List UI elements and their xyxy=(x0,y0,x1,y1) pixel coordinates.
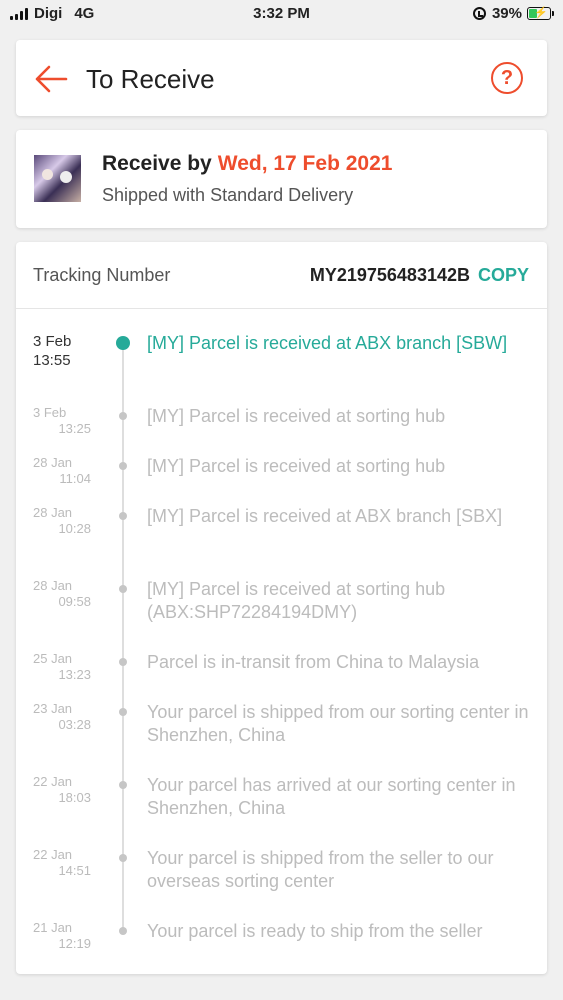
event-datetime: 3 Feb 13:25 xyxy=(33,405,91,437)
tracking-card: Tracking Number MY219756483142B COPY 3 F… xyxy=(16,242,547,974)
timeline-dot xyxy=(119,854,127,862)
event-date: 21 Jan xyxy=(33,920,73,935)
event-date: 25 Jan xyxy=(33,651,73,666)
battery-percent: 39% xyxy=(491,5,522,22)
event-time: 18:03 xyxy=(58,790,91,805)
event-date: 23 Jan xyxy=(33,701,73,716)
event-description: Your parcel has arrived at our sorting c… xyxy=(147,775,516,818)
event-date: 28 Jan xyxy=(33,578,73,593)
event-datetime: 21 Jan 12:19 xyxy=(33,920,91,952)
event-description: Parcel is in-transit from China to Malay… xyxy=(147,652,480,672)
timeline-dot xyxy=(119,781,127,789)
tracking-header: Tracking Number MY219756483142B COPY xyxy=(16,242,547,309)
delivery-info: Receive by Wed, 17 Feb 2021 Shipped with … xyxy=(16,130,547,228)
event-datetime: 25 Jan 13:23 xyxy=(33,651,91,683)
event-time: 03:28 xyxy=(58,717,91,732)
event-date: 22 Jan xyxy=(33,847,73,862)
event-time: 12:19 xyxy=(58,936,91,951)
status-right: 39% ⚡ xyxy=(472,5,554,22)
event-datetime: 28 Jan 10:28 xyxy=(33,505,91,537)
event-time: 13:55 xyxy=(33,352,71,369)
event-date: 3 Feb xyxy=(33,333,72,350)
event-date: 28 Jan xyxy=(33,455,73,470)
event-time: 09:58 xyxy=(58,594,91,609)
event-datetime: 23 Jan 03:28 xyxy=(33,701,91,733)
copy-button[interactable]: COPY xyxy=(478,265,529,286)
event-datetime: 28 Jan 11:04 xyxy=(33,455,91,487)
event-datetime: 22 Jan 14:51 xyxy=(33,847,91,879)
timeline-dot xyxy=(119,412,127,420)
event-time: 13:23 xyxy=(58,667,91,682)
timeline-dot xyxy=(119,658,127,666)
orientation-lock-icon xyxy=(472,7,486,20)
event-description: [MY] Parcel is received at ABX branch [S… xyxy=(147,333,508,353)
timeline-dot xyxy=(119,512,127,520)
event-description: [MY] Parcel is received at sorting hub xyxy=(147,456,446,476)
event-time: 14:51 xyxy=(58,863,91,878)
tracking-label: Tracking Number xyxy=(33,265,171,285)
shipping-method: Shipped with Standard Delivery xyxy=(102,185,354,205)
page-header: To Receive ? xyxy=(16,40,547,116)
timeline-dot xyxy=(116,336,130,350)
arrow-left-icon[interactable] xyxy=(34,64,68,94)
battery-charging-icon: ⚡ xyxy=(527,7,554,20)
event-description: Your parcel is ready to ship from the se… xyxy=(147,921,483,941)
timeline-line xyxy=(122,344,124,928)
page-title: To Receive xyxy=(86,64,215,94)
question-circle-icon[interactable]: ? xyxy=(491,62,523,94)
event-datetime: 3 Feb 13:55 xyxy=(33,332,91,370)
event-datetime: 28 Jan 09:58 xyxy=(33,578,91,610)
event-description: [MY] Parcel is received at sorting hub (… xyxy=(147,579,446,622)
event-time: 13:25 xyxy=(58,421,91,436)
event-description: [MY] Parcel is received at sorting hub xyxy=(147,406,446,426)
timeline-dot xyxy=(119,585,127,593)
event-description: Your parcel is shipped from our sorting … xyxy=(147,702,529,745)
timeline-dot xyxy=(119,462,127,470)
event-time: 10:28 xyxy=(58,521,91,536)
event-date: 28 Jan xyxy=(33,505,73,520)
event-time: 11:04 xyxy=(59,471,91,486)
receive-by-line: Receive by Wed, 17 Feb 2021 xyxy=(102,152,392,176)
tracking-number: MY219756483142B xyxy=(309,265,470,285)
product-thumbnail[interactable] xyxy=(34,155,81,202)
event-datetime: 22 Jan 18:03 xyxy=(33,774,91,806)
event-description: Your parcel is shipped from the seller t… xyxy=(147,848,494,891)
receive-by-label: Receive by xyxy=(102,152,212,175)
timeline-dot xyxy=(119,708,127,716)
event-description: [MY] Parcel is received at ABX branch [S… xyxy=(147,506,503,526)
event-date: 22 Jan xyxy=(33,774,73,789)
event-date: 3 Feb xyxy=(33,405,67,420)
receive-date: Wed, 17 Feb 2021 xyxy=(217,152,393,175)
status-bar: Digi 4G 3:32 PM 39% ⚡ xyxy=(0,0,563,30)
timeline-dot xyxy=(119,927,127,935)
